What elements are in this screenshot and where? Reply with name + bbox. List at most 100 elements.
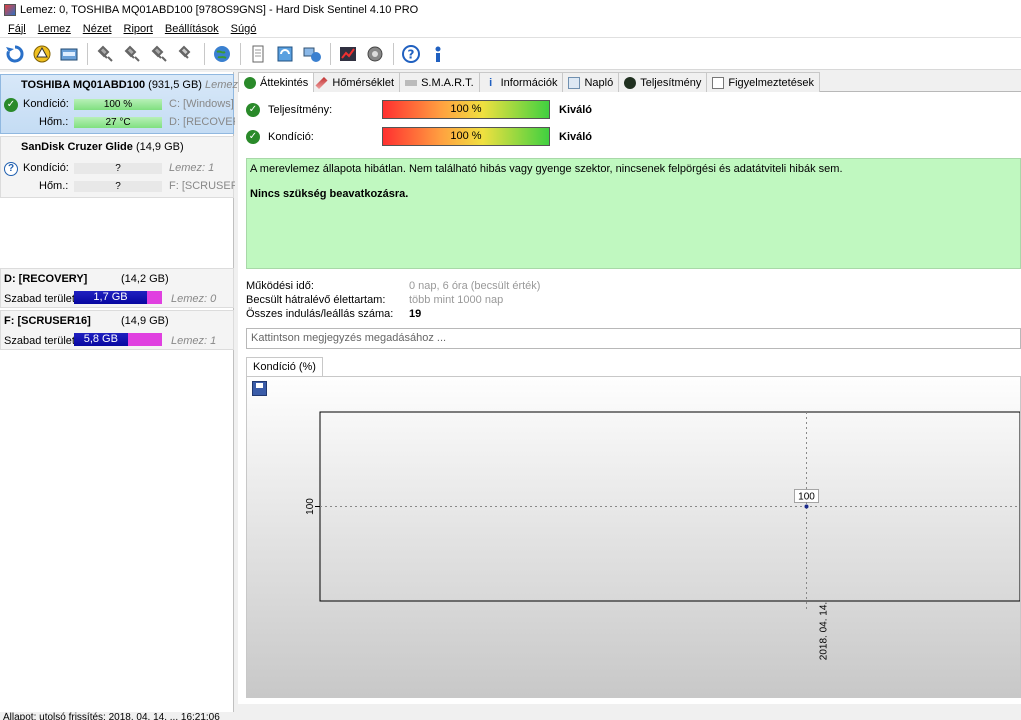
question-icon: ? — [4, 162, 18, 176]
status-bar: Állapot: utolsó frissítés: 2018. 04. 14.… — [0, 712, 1021, 720]
tab-label: Információk — [500, 76, 558, 89]
uptime-row: Működési idő: 0 nap, 6 óra (becsült érté… — [246, 280, 846, 294]
volume-card-scruser[interactable]: F: [SCRUSER16] (14,9 GB) Szabad terület … — [0, 310, 234, 350]
y-tick-label: 100 — [305, 498, 316, 515]
menu-disk[interactable]: Lemez — [32, 23, 77, 35]
condition-value: ? — [74, 163, 162, 174]
start-stop-value: 19 — [409, 308, 422, 320]
smart-icon — [405, 79, 418, 86]
menu-report[interactable]: Riport — [118, 23, 159, 35]
chart-canvas: 100 100 2018. 04. 14. — [305, 411, 1020, 660]
x-tick-label: 2018. 04. 14. — [819, 602, 830, 660]
tab-condition-chart[interactable]: Kondíció (%) — [246, 357, 323, 377]
disk-title: TOSHIBA MQ01ABD100 (931,5 GB) Lemez: 0 — [21, 79, 250, 91]
tab-alerts[interactable]: Figyelmeztetések — [706, 72, 820, 92]
plug-icon[interactable] — [119, 41, 145, 67]
tab-label: Hőmérséklet — [332, 76, 395, 89]
temperature-row: Hőm.: ? F: [SCRUSER16] — [1, 179, 235, 195]
info-icon: i — [489, 76, 493, 89]
partition-label: F: [SCRUSER16] — [169, 180, 235, 192]
menu-bar: Fájl Lemez Nézet Riport Beállítások Súgó — [0, 20, 1021, 38]
tab-label: Figyelmeztetések — [728, 76, 814, 89]
tab-performance[interactable]: Teljesítmény — [618, 72, 708, 92]
data-point — [804, 504, 809, 509]
network-icon[interactable] — [299, 41, 325, 67]
check-icon: ✓ — [246, 130, 260, 144]
chart-icon[interactable] — [335, 41, 361, 67]
plug-icon[interactable] — [146, 41, 172, 67]
warning-icon[interactable] — [29, 41, 55, 67]
overview-panel: ✓ Teljesítmény: 100 % Kiváló ✓ Kondíció:… — [238, 92, 1021, 704]
condition-row: ? Kondíció: ? Lemez: 1 — [1, 161, 235, 177]
status-action: Nincs szükség beavatkozásra. — [250, 188, 409, 200]
condition-label: Kondíció: — [268, 131, 314, 143]
tab-label: S.M.A.R.T. — [421, 76, 474, 89]
globe-icon[interactable] — [209, 41, 235, 67]
disk-number: Lemez: 1 — [169, 162, 215, 174]
menu-file[interactable]: Fájl — [2, 23, 32, 35]
tab-label: Áttekintés — [260, 77, 309, 89]
tab-log[interactable]: Napló — [562, 72, 620, 92]
condition-rating: Kiváló — [559, 131, 593, 143]
log-icon — [568, 76, 581, 89]
plug-off-icon[interactable] — [173, 41, 199, 67]
app-icon — [4, 4, 16, 16]
disk-card-sandisk[interactable]: SanDisk Cruzer Glide (14,9 GB) ? Kondíci… — [0, 136, 235, 198]
condition-bar: 100 % — [382, 127, 550, 146]
tab-label: Teljesítmény — [640, 76, 702, 89]
tab-info[interactable]: i Információk — [478, 72, 564, 92]
plug-icon[interactable] — [92, 41, 118, 67]
volume-card-recovery[interactable]: D: [RECOVERY] (14,2 GB) Szabad terület 1… — [0, 268, 234, 308]
temperature-row: Hőm.: 27 °C D: [RECOVERY] — [1, 115, 235, 131]
alert-document-icon — [712, 76, 725, 89]
title-bar: Lemez: 0, TOSHIBA MQ01ABD100 [978OS9GNS]… — [0, 0, 1021, 20]
menu-settings[interactable]: Beállítások — [159, 23, 225, 35]
partition-label: C: [Windows] — [169, 98, 234, 110]
document-icon[interactable] — [245, 41, 271, 67]
disk-size: (14,9 GB) — [135, 141, 184, 153]
refresh-icon[interactable] — [2, 41, 28, 67]
disk-size: (931,5 GB) — [148, 79, 202, 91]
disk-number: Lemez: 0 — [171, 293, 217, 305]
tab-smart[interactable]: S.M.A.R.T. — [399, 72, 480, 92]
disk-list-panel: TOSHIBA MQ01ABD100 (931,5 GB) Lemez: 0 ✓… — [0, 72, 250, 712]
uptime-label: Működési idő: — [246, 280, 314, 292]
menu-view[interactable]: Nézet — [77, 23, 118, 35]
disk-name: TOSHIBA MQ01ABD100 — [21, 79, 146, 91]
volume-name: D: [RECOVERY] — [4, 273, 88, 285]
disk-card-toshiba[interactable]: TOSHIBA MQ01ABD100 (931,5 GB) Lemez: 0 ✓… — [0, 74, 250, 134]
check-icon: ✓ — [4, 98, 18, 112]
tab-overview[interactable]: Áttekintés — [238, 72, 315, 93]
performance-row: ✓ Teljesítmény: 100 % Kiváló — [246, 100, 646, 120]
toolbar: ? — [0, 38, 1021, 70]
condition-row: ✓ Kondíció: 100 % C: [Windows] — [1, 97, 235, 113]
gauge-icon — [624, 76, 637, 89]
check-icon: ✓ — [246, 103, 260, 117]
disk-info: Működési idő: 0 nap, 6 óra (becsült érté… — [246, 280, 846, 322]
temperature-value: 27 °C — [74, 117, 162, 128]
tools-icon[interactable] — [362, 41, 388, 67]
volume-size: (14,9 GB) — [121, 315, 169, 327]
remaining-life-value: több mint 1000 nap — [409, 294, 504, 306]
free-space-bar: 1,7 GB — [74, 291, 162, 304]
data-label: 100 — [798, 492, 815, 503]
tab-label: Napló — [584, 76, 614, 89]
temperature-label: Hőm.: — [39, 116, 69, 128]
partition-label: D: [RECOVERY] — [169, 116, 235, 128]
remaining-life-label: Becsült hátralévő élettartam: — [246, 294, 386, 306]
comment-input[interactable]: Kattintson megjegyzés megadásához ... — [246, 328, 1021, 349]
condition-row: ✓ Kondíció: 100 % Kiváló — [246, 127, 646, 147]
tab-temperature[interactable]: Hőmérséklet — [313, 72, 401, 92]
condition-value: 100 % — [74, 99, 162, 110]
performance-bar: 100 % — [382, 100, 550, 119]
condition-label: Kondíció: — [23, 98, 69, 110]
menu-help[interactable]: Súgó — [225, 23, 263, 35]
check-icon — [244, 77, 256, 89]
remaining-life-row: Becsült hátralévő élettartam: több mint … — [246, 294, 846, 308]
info-icon[interactable] — [425, 41, 451, 67]
sync-icon[interactable] — [272, 41, 298, 67]
disk-icon[interactable] — [56, 41, 82, 67]
performance-rating: Kiváló — [559, 104, 593, 116]
help-icon[interactable]: ? — [398, 41, 424, 67]
temperature-value: ? — [74, 181, 162, 192]
